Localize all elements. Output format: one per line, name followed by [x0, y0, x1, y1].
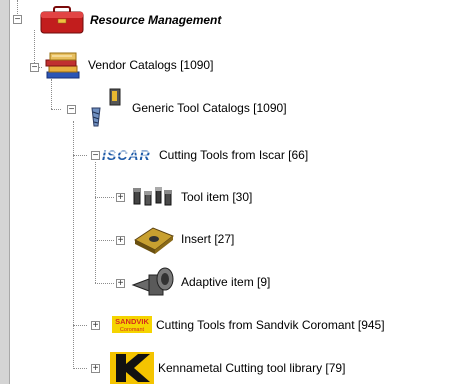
- tree-line: [73, 368, 87, 369]
- tree-node-insert[interactable]: Insert [27]: [131, 222, 234, 256]
- sandvik-expand-toggle[interactable]: +: [91, 321, 100, 331]
- tree-node-label: Cutting Tools from Sandvik Coromant [945…: [156, 317, 385, 332]
- adaptive-item-icon: [131, 265, 175, 299]
- tree-line: [51, 79, 52, 109]
- sandvik-logo-text: SANDVIK: [115, 317, 149, 326]
- tree-line: [95, 197, 114, 198]
- tree-node-label: Insert [27]: [181, 232, 235, 246]
- tree-node-kennametal[interactable]: Kennametal Cutting tool library [79]: [110, 352, 345, 384]
- tree-node-label: Resource Management: [90, 13, 222, 27]
- tree-node-resource-management[interactable]: Resource Management: [40, 6, 221, 34]
- left-rail: [0, 0, 10, 384]
- iscar-collapse-toggle[interactable]: −: [91, 151, 100, 161]
- tree-line: [73, 121, 74, 369]
- iscar-logo-text: ISCAR: [102, 147, 151, 163]
- kennametal-logo-icon: [110, 352, 154, 384]
- tool-item-expand-toggle[interactable]: +: [116, 193, 125, 203]
- insert-expand-toggle[interactable]: +: [116, 236, 125, 246]
- tree-node-label: Generic Tool Catalogs [1090]: [132, 101, 287, 115]
- book-stack-icon: [44, 50, 82, 80]
- sandvik-logo-subtext: Coromant: [120, 327, 145, 333]
- iscar-logo-icon: ISCAR: [101, 146, 155, 164]
- generic-catalogs-collapse-toggle[interactable]: −: [67, 105, 76, 115]
- tree-node-generic-tool-catalogs[interactable]: Generic Tool Catalogs [1090]: [88, 88, 287, 128]
- vendor-catalogs-collapse-toggle[interactable]: −: [30, 63, 39, 73]
- tree-node-label: Kennametal Cutting tool library [79]: [158, 361, 346, 375]
- tree-node-sandvik[interactable]: SANDVIK Coromant Cutting Tools from Sand…: [112, 316, 385, 333]
- tool-item-icon: [131, 184, 175, 210]
- tree-line: [95, 240, 114, 241]
- tree-line: [95, 283, 114, 284]
- toolbox-icon: [40, 6, 84, 34]
- tree-node-vendor-catalogs[interactable]: Vendor Catalogs [1090]: [44, 50, 213, 80]
- root-collapse-toggle[interactable]: −: [13, 15, 22, 25]
- tree-node-tool-item[interactable]: Tool item [30]: [131, 184, 252, 210]
- tree-node-label: Tool item [30]: [181, 190, 253, 204]
- kennametal-expand-toggle[interactable]: +: [91, 364, 100, 374]
- sandvik-logo-icon: SANDVIK Coromant: [112, 316, 152, 333]
- insert-icon: [131, 222, 175, 256]
- tree-node-iscar[interactable]: ISCAR Cutting Tools from Iscar [66]: [101, 146, 308, 164]
- tree-node-label: Cutting Tools from Iscar [66]: [159, 148, 309, 162]
- tree-node-label: Adaptive item [9]: [181, 275, 271, 289]
- tree-line: [73, 325, 87, 326]
- adaptive-item-expand-toggle[interactable]: +: [116, 279, 125, 289]
- tree-line: [95, 162, 96, 283]
- tree-line: [51, 109, 61, 110]
- drill-bit-icon: [88, 88, 126, 128]
- tree-node-adaptive-item[interactable]: Adaptive item [9]: [131, 265, 270, 299]
- tree-line: [73, 155, 87, 156]
- tree-node-label: Vendor Catalogs [1090]: [88, 58, 214, 72]
